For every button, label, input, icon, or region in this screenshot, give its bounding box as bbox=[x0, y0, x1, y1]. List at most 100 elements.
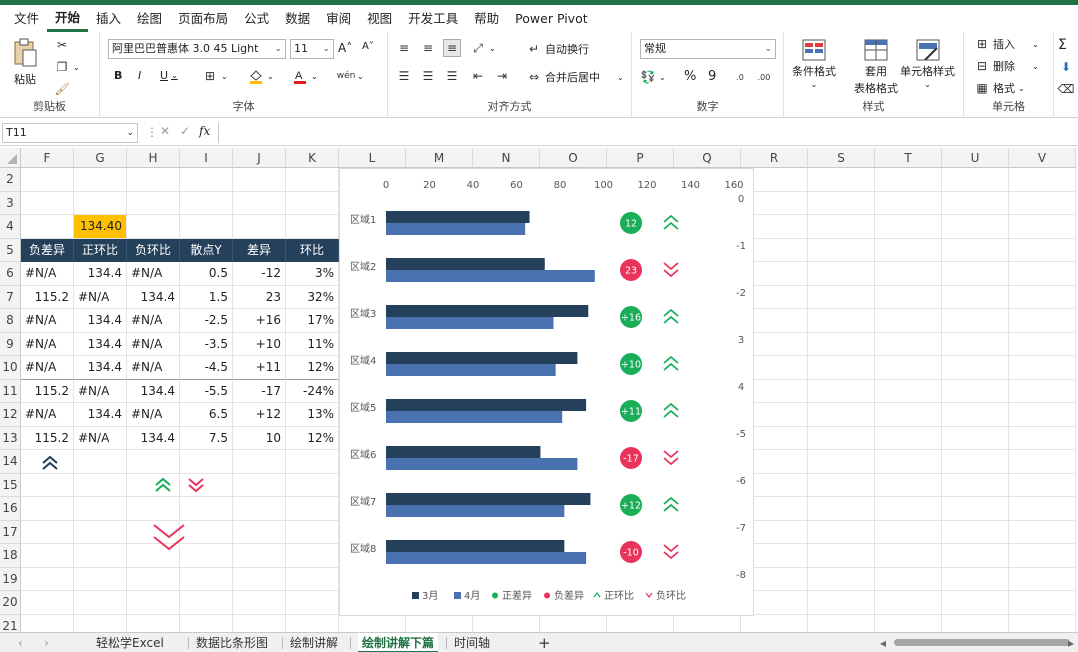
hscroll-right-icon[interactable]: ▸ bbox=[1068, 633, 1074, 652]
grid-cell[interactable] bbox=[741, 614, 808, 632]
fill-button[interactable]: ⬇ bbox=[1058, 59, 1074, 75]
grid-cell[interactable] bbox=[473, 614, 540, 632]
grid-cell[interactable] bbox=[127, 591, 180, 615]
grid-cell[interactable] bbox=[942, 191, 1009, 215]
column-header[interactable]: Q bbox=[674, 148, 741, 168]
grid-cell[interactable] bbox=[942, 520, 1009, 544]
autosum-button[interactable]: Σ bbox=[1058, 37, 1067, 53]
menu-tab[interactable]: 文件 bbox=[6, 5, 47, 32]
table-cell[interactable]: #N/A bbox=[21, 332, 74, 356]
grid-cell[interactable] bbox=[1009, 591, 1076, 615]
accounting-format-button[interactable]: 💱 ⌄ bbox=[640, 69, 666, 85]
grid-cell[interactable] bbox=[21, 567, 74, 591]
clear-button[interactable]: ⌫ bbox=[1058, 81, 1075, 97]
grid-cell[interactable] bbox=[286, 567, 339, 591]
add-sheet-button[interactable]: + bbox=[538, 633, 551, 652]
grid-cell[interactable] bbox=[875, 520, 942, 544]
grid-cell[interactable] bbox=[808, 262, 875, 286]
grid-cell[interactable] bbox=[808, 309, 875, 333]
grid-cell[interactable] bbox=[286, 544, 339, 568]
grid-cell[interactable] bbox=[339, 614, 406, 632]
grid-cell[interactable] bbox=[875, 309, 942, 333]
grid-cell[interactable] bbox=[1009, 614, 1076, 632]
grid-cell[interactable] bbox=[233, 614, 286, 632]
copy-button[interactable]: ❐ ⌄ bbox=[54, 59, 80, 75]
menu-tab[interactable]: 视图 bbox=[359, 5, 400, 32]
grid-cell[interactable] bbox=[233, 168, 286, 192]
format-cells-button[interactable]: ▦ 格式 ⌄ bbox=[974, 80, 1024, 96]
name-box[interactable]: T11 ⌄ bbox=[2, 123, 138, 143]
row-header[interactable]: 20 bbox=[0, 591, 21, 615]
grid-cell[interactable] bbox=[942, 403, 1009, 427]
grid-cell[interactable] bbox=[286, 614, 339, 632]
row-header[interactable]: 2 bbox=[0, 168, 21, 192]
menu-tab[interactable]: Power Pivot bbox=[507, 5, 595, 32]
number-format-select[interactable]: 常规 ⌄ bbox=[640, 39, 776, 59]
sheet-tab[interactable]: 绘制讲解 bbox=[290, 633, 338, 652]
grid-cell[interactable] bbox=[875, 238, 942, 262]
grid-cell[interactable] bbox=[21, 215, 74, 239]
table-cell[interactable]: 134.4 bbox=[74, 309, 127, 333]
grid-cell[interactable] bbox=[1009, 450, 1076, 474]
font-name-select[interactable]: 阿里巴巴普惠体 3.0 45 Light ⌄ bbox=[108, 39, 286, 59]
decrease-indent-button[interactable]: ⇤ bbox=[470, 68, 486, 84]
grid-cell[interactable] bbox=[21, 520, 74, 544]
table-header-cell[interactable]: 环比 bbox=[286, 238, 339, 262]
row-header[interactable]: 9 bbox=[0, 332, 21, 356]
menu-tab[interactable]: 开发工具 bbox=[400, 5, 466, 32]
grid-cell[interactable] bbox=[942, 168, 1009, 192]
grid-cell[interactable] bbox=[875, 379, 942, 403]
align-bottom-button[interactable]: ≡ bbox=[443, 39, 461, 57]
grid-cell[interactable] bbox=[942, 215, 1009, 239]
table-cell[interactable]: 115.2 bbox=[21, 285, 74, 309]
grid-cell[interactable] bbox=[808, 497, 875, 521]
grid-cell[interactable] bbox=[1009, 567, 1076, 591]
grid-cell[interactable] bbox=[1009, 168, 1076, 192]
grid-cell[interactable] bbox=[233, 520, 286, 544]
table-cell[interactable]: 134.4 bbox=[127, 285, 180, 309]
column-header[interactable]: R bbox=[741, 148, 808, 168]
column-header[interactable]: V bbox=[1009, 148, 1076, 168]
table-cell[interactable]: #N/A bbox=[74, 285, 127, 309]
grid-cell[interactable] bbox=[127, 168, 180, 192]
grid-cell[interactable] bbox=[127, 215, 180, 239]
table-header-cell[interactable]: 负环比 bbox=[127, 238, 180, 262]
grid-cell[interactable] bbox=[942, 497, 1009, 521]
align-top-button[interactable]: ≡ bbox=[396, 40, 412, 56]
grid-cell[interactable] bbox=[74, 497, 127, 521]
table-cell[interactable]: 134.4 bbox=[74, 262, 127, 286]
table-cell[interactable]: 115.2 bbox=[21, 426, 74, 450]
grid-cell[interactable] bbox=[942, 356, 1009, 380]
column-header[interactable]: J bbox=[233, 148, 286, 168]
table-cell[interactable]: #N/A bbox=[21, 309, 74, 333]
font-size-select[interactable]: 11 ⌄ bbox=[290, 39, 334, 59]
grid-cell[interactable] bbox=[1009, 473, 1076, 497]
percent-button[interactable]: % bbox=[684, 69, 696, 84]
border-button[interactable]: ⊞ ⌄ bbox=[202, 68, 228, 84]
cell-styles-button[interactable]: 单元格样式 ⌄ bbox=[900, 38, 955, 89]
table-cell[interactable]: 12% bbox=[286, 426, 339, 450]
grid-cell[interactable] bbox=[286, 520, 339, 544]
grid-cell[interactable] bbox=[942, 332, 1009, 356]
grid-cell[interactable] bbox=[875, 567, 942, 591]
grid-cell[interactable] bbox=[233, 567, 286, 591]
grid-cell[interactable] bbox=[875, 191, 942, 215]
underline-button[interactable]: U ⌄ bbox=[160, 69, 178, 82]
row-header[interactable]: 4 bbox=[0, 215, 21, 239]
grid-cell[interactable] bbox=[286, 168, 339, 192]
grid-cell[interactable] bbox=[74, 473, 127, 497]
grid-cell[interactable] bbox=[74, 450, 127, 474]
grid-cell[interactable] bbox=[942, 567, 1009, 591]
grid-cell[interactable] bbox=[808, 191, 875, 215]
grid-cell[interactable] bbox=[180, 168, 233, 192]
grid-cell[interactable] bbox=[808, 567, 875, 591]
grid-cell[interactable] bbox=[233, 215, 286, 239]
grid-cell[interactable] bbox=[875, 403, 942, 427]
grid-cell[interactable] bbox=[74, 168, 127, 192]
increase-indent-button[interactable]: ⇥ bbox=[494, 68, 510, 84]
grid-cell[interactable] bbox=[180, 215, 233, 239]
table-cell[interactable]: 115.2 bbox=[21, 379, 74, 403]
sheet-tab[interactable]: 数据比条形图 bbox=[196, 633, 268, 652]
grid-cell[interactable] bbox=[875, 544, 942, 568]
grid-cell[interactable] bbox=[674, 614, 741, 632]
